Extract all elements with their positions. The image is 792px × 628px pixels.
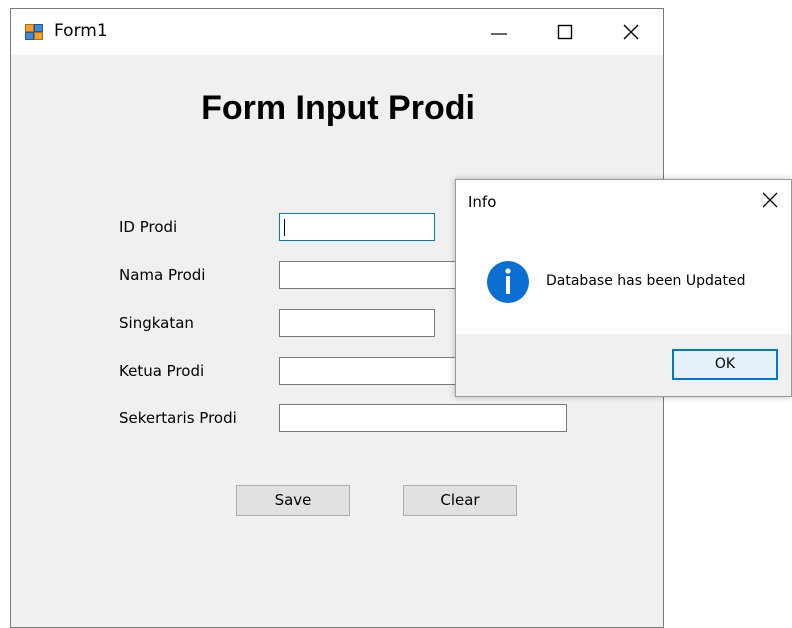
dialog-message: Database has been Updated (546, 273, 746, 289)
singkatan-input[interactable] (279, 309, 435, 337)
label-nama-prodi: Nama Prodi (119, 266, 206, 284)
info-icon (486, 260, 530, 304)
clear-button[interactable]: Clear (403, 485, 517, 516)
window-title: Form1 (54, 21, 108, 41)
form-app-icon (25, 23, 43, 41)
sekertaris-prodi-input[interactable] (279, 404, 567, 432)
dialog-close-button[interactable] (749, 180, 789, 218)
dialog-title: Info (468, 193, 497, 211)
id-prodi-input[interactable] (279, 213, 435, 241)
label-id-prodi: ID Prodi (119, 218, 178, 236)
close-icon (623, 24, 639, 40)
info-dialog: Info Database has been Updated OK (455, 179, 792, 397)
close-icon (762, 192, 778, 208)
dialog-footer: OK (456, 334, 791, 396)
minimize-button[interactable] (466, 9, 532, 55)
title-bar[interactable]: Form1 (11, 9, 663, 55)
ok-button[interactable]: OK (672, 349, 778, 380)
minimize-icon (491, 33, 507, 35)
label-sekertaris-prodi: Sekertaris Prodi (119, 409, 237, 427)
form-heading: Form Input Prodi (201, 89, 475, 127)
text-caret (284, 219, 285, 236)
maximize-button[interactable] (532, 9, 598, 55)
label-ketua-prodi: Ketua Prodi (119, 362, 205, 380)
label-singkatan: Singkatan (119, 314, 194, 332)
save-button[interactable]: Save (236, 485, 350, 516)
maximize-icon (557, 24, 573, 40)
close-button[interactable] (598, 9, 664, 55)
